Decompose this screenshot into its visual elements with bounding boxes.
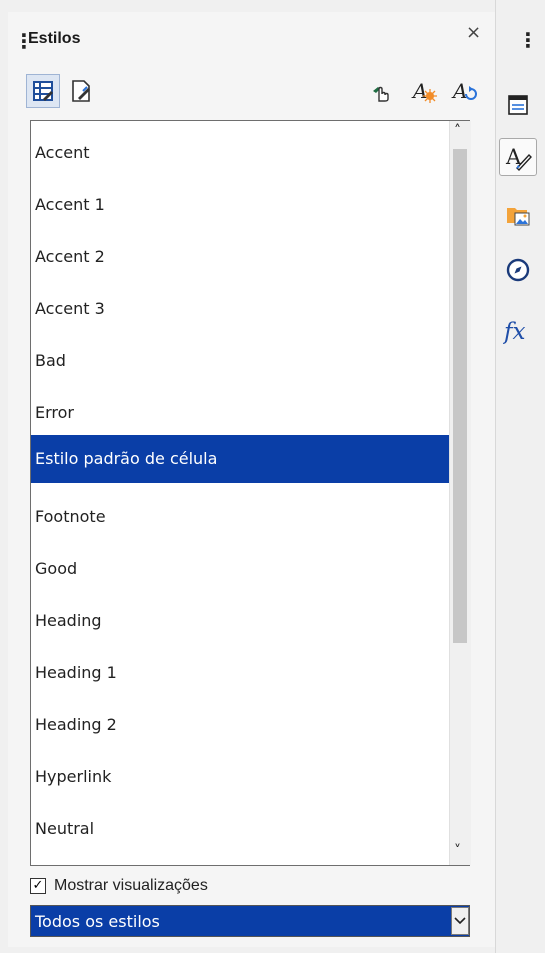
list-item[interactable]: Heading (31, 597, 449, 645)
close-icon[interactable]: × (466, 22, 481, 43)
list-item[interactable]: Accent (31, 129, 449, 177)
list-scrollbar[interactable]: ˄ ˅ (449, 121, 471, 865)
list-item[interactable]: Error (31, 389, 449, 437)
style-filter-value: Todos os estilos (35, 912, 160, 931)
properties-icon (508, 95, 528, 115)
list-item[interactable]: Accent 1 (31, 181, 449, 229)
fill-format-mode-button[interactable] (365, 74, 399, 108)
page-styles-button[interactable] (64, 74, 98, 108)
sidebar-styles-button[interactable]: A (499, 138, 537, 176)
list-item-selected[interactable]: Estilo padrão de célula (31, 435, 449, 483)
svg-text:A: A (451, 79, 467, 103)
show-previews-label: Mostrar visualizações (54, 877, 208, 894)
scrollbar-thumb[interactable] (453, 149, 467, 643)
fill-format-mode-icon (373, 86, 389, 102)
styles-list[interactable]: Accent Accent 1 Accent 2 Accent 3 Bad Er… (30, 120, 470, 866)
sidebar-functions-button[interactable]: fx (499, 312, 537, 350)
scroll-down-icon[interactable]: ˅ (454, 843, 461, 859)
panel-titlebar: ⋮ Estilos × (8, 12, 495, 62)
list-item[interactable]: Bad (31, 337, 449, 385)
svg-text:fx: fx (503, 319, 526, 345)
panel-title: Estilos (28, 30, 81, 47)
list-item[interactable]: Neutral (31, 805, 449, 853)
functions-icon: fx (503, 319, 526, 345)
sidebar-menu-icon[interactable]: ⋮ (518, 28, 538, 52)
update-style-icon: A (451, 79, 477, 103)
show-previews-row[interactable]: ✓ Mostrar visualizações (30, 874, 470, 898)
gallery-icon (507, 208, 530, 226)
new-style-from-selection-icon: A (411, 79, 437, 103)
list-item[interactable]: Accent 2 (31, 233, 449, 281)
cell-styles-button[interactable] (26, 74, 60, 108)
cell-styles-icon (33, 81, 53, 101)
svg-text:A: A (411, 79, 427, 103)
style-filter-select[interactable]: Todos os estilos (30, 905, 470, 937)
chevron-down-icon[interactable] (451, 907, 469, 935)
styles-toolbar: A A (26, 74, 491, 114)
scroll-up-icon[interactable]: ˄ (454, 123, 461, 139)
list-item[interactable]: Good (31, 545, 449, 593)
new-style-button[interactable]: A (407, 74, 441, 108)
navigator-icon (506, 258, 530, 282)
list-item[interactable]: Heading 1 (31, 649, 449, 697)
list-item[interactable]: Heading 2 (31, 701, 449, 749)
styles-panel: ⋮ Estilos × A A Accent Accent 1 Accent 2… (8, 12, 495, 947)
show-previews-checkbox[interactable]: ✓ (30, 878, 46, 894)
list-item[interactable]: Accent 3 (31, 285, 449, 333)
styles-icon: A (505, 145, 532, 171)
sidebar-navigator-button[interactable] (499, 251, 537, 289)
sidebar-tabbar: ⋮ A fx (496, 0, 545, 953)
sidebar-properties-button[interactable] (499, 86, 537, 124)
list-item[interactable]: Footnote (31, 493, 449, 541)
page-styles-icon (72, 80, 90, 102)
sidebar-gallery-button[interactable] (499, 196, 537, 234)
update-style-button[interactable]: A (447, 74, 481, 108)
list-item[interactable]: Hyperlink (31, 753, 449, 801)
